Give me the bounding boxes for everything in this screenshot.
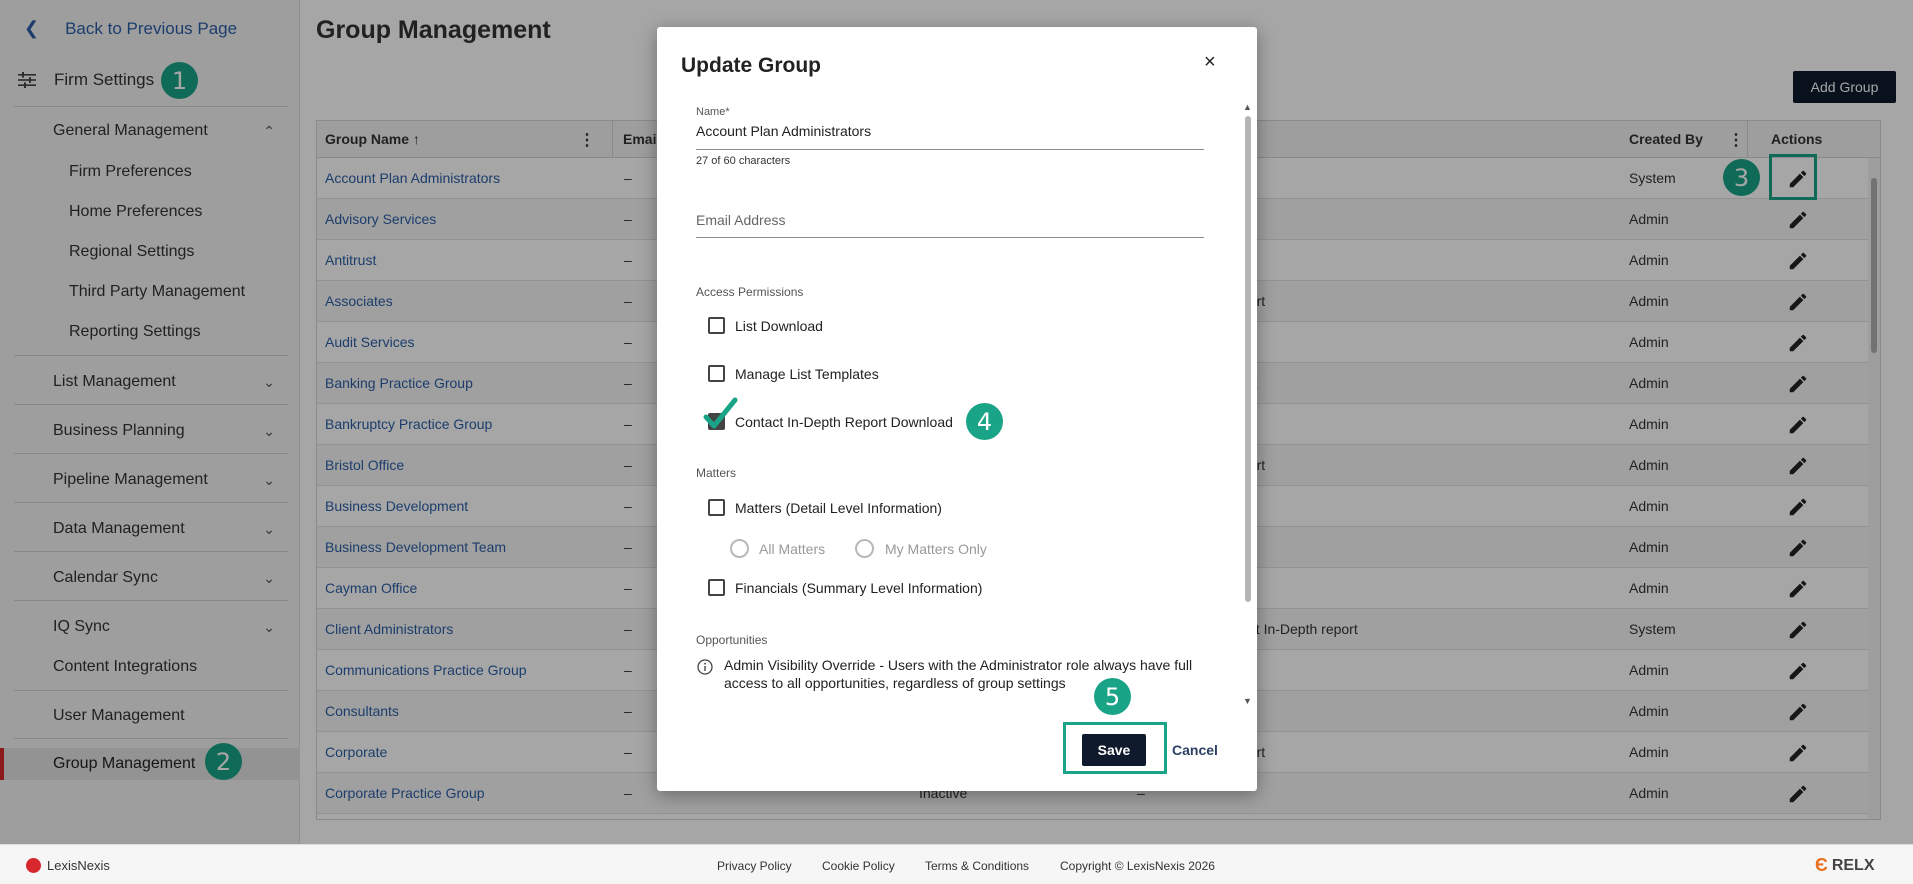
copyright-text: Copyright © LexisNexis 2026 [1060,859,1215,873]
close-icon[interactable]: × [1204,51,1216,74]
section-opportunities: Opportunities [696,633,768,647]
list-download-label[interactable]: List Download [735,318,823,334]
save-button[interactable]: Save [1082,734,1146,766]
matters-detail-checkbox[interactable] [708,499,725,516]
terms-link[interactable]: Terms & Conditions [925,859,1029,873]
manage-list-templates-checkbox[interactable] [708,365,725,382]
lexisnexis-logo: LexisNexis [26,858,110,873]
section-matters: Matters [696,466,737,480]
update-group-dialog: Update Group × Name* Account Plan Admini… [657,27,1257,791]
step-badge-5: 5 [1094,678,1131,715]
name-field[interactable]: Account Plan Administrators [696,123,871,139]
section-access-permissions: Access Permissions [696,285,804,299]
relx-label: RELX [1831,856,1875,874]
financials-checkbox[interactable] [708,579,725,596]
all-matters-radio[interactable] [730,539,749,558]
admin-override-note: Admin Visibility Override - Users with t… [724,657,1193,691]
checkmark-icon [703,397,738,429]
contact-report-download-label[interactable]: Contact In-Depth Report Download [735,414,953,430]
relx-logo-icon: Є [1815,855,1828,875]
my-matters-radio[interactable] [855,539,874,558]
dialog-scrollbar-thumb[interactable] [1245,116,1251,602]
email-field-underline [696,237,1204,238]
name-char-count: 27 of 60 characters [696,155,791,167]
dialog-scrollbar[interactable]: ▲ ▼ [1242,102,1254,707]
lexisnexis-logo-icon [26,858,41,873]
financials-label[interactable]: Financials (Summary Level Information) [735,580,982,596]
cancel-button[interactable]: Cancel [1172,742,1218,758]
dialog-title: Update Group [681,54,821,77]
relx-logo: Є RELX [1815,855,1874,876]
name-field-underline [696,149,1204,150]
list-download-checkbox[interactable] [708,317,725,334]
cookie-policy-link[interactable]: Cookie Policy [822,859,895,873]
name-field-label: Name* [696,106,730,118]
footer: LexisNexis Privacy Policy Cookie Policy … [0,844,1913,884]
scroll-down-icon[interactable]: ▼ [1243,696,1252,706]
info-icon [697,659,713,675]
privacy-policy-link[interactable]: Privacy Policy [717,859,792,873]
email-field[interactable]: Email Address [696,212,785,228]
manage-list-templates-label[interactable]: Manage List Templates [735,366,879,382]
my-matters-label[interactable]: My Matters Only [885,541,987,557]
brand-name: LexisNexis [47,858,110,873]
scroll-up-icon[interactable]: ▲ [1243,102,1252,112]
all-matters-label[interactable]: All Matters [759,541,825,557]
matters-detail-label[interactable]: Matters (Detail Level Information) [735,500,942,516]
step-badge-4: 4 [966,403,1003,440]
